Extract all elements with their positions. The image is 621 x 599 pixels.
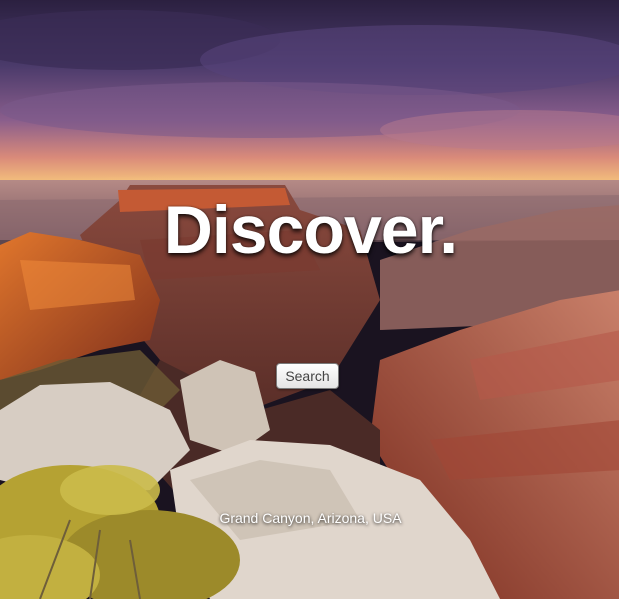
hero-headline: Discover. (163, 192, 458, 268)
hero-section: Discover. Search Grand Canyon, Arizona, … (0, 0, 621, 599)
location-caption: Grand Canyon, Arizona, USA (219, 510, 402, 526)
search-button[interactable]: Search (276, 363, 339, 389)
